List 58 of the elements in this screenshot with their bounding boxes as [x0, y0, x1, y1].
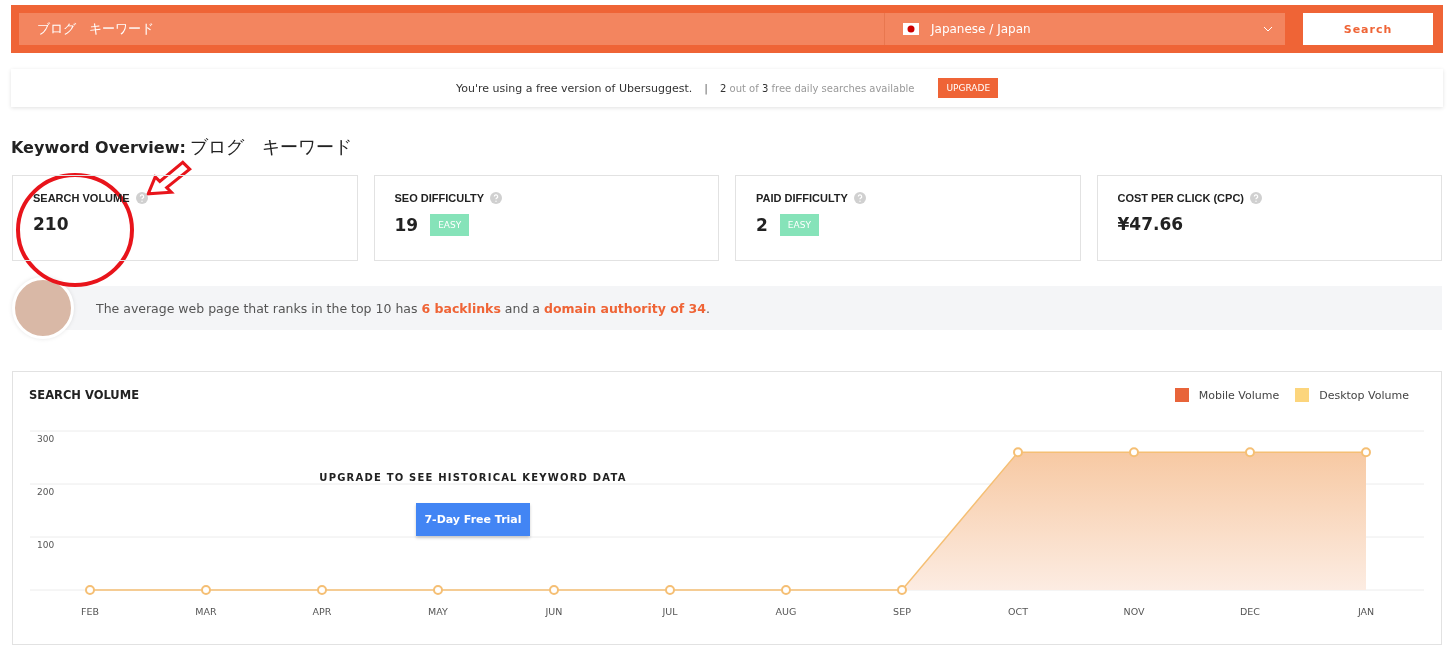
metric-label: SEO DIFFICULTY — [394, 192, 485, 204]
arrow-annotation — [146, 160, 192, 196]
data-point — [1013, 447, 1023, 458]
axis-label: JUN — [545, 606, 563, 617]
axis-label: JUL — [662, 606, 678, 617]
keyword-field[interactable]: ブログ キーワード Japanese / Japan — [19, 13, 1285, 45]
axis-label: SEP — [893, 606, 911, 617]
metric-label: PAID DIFFICULTY — [756, 192, 848, 204]
tip-text: The average web page that ranks in the top 10 has 6 backlinks and a domain authority of 34. — [96, 300, 710, 316]
axis-label: FEB — [81, 606, 99, 617]
chevron-down-icon — [1263, 26, 1273, 32]
overview-label: Keyword Overview: — [11, 138, 186, 157]
search-count-text: 2 out of 3 free daily searches available — [720, 82, 915, 94]
data-point — [433, 585, 443, 595]
data-point — [317, 585, 327, 595]
data-point — [1129, 447, 1139, 458]
legend-label: Mobile Volume — [1198, 388, 1280, 402]
metric-label: COST PER CLICK (CPC) — [1117, 192, 1244, 204]
data-point — [85, 585, 95, 595]
data-point — [665, 585, 675, 595]
upgrade-button[interactable]: UPGRADE — [938, 78, 999, 98]
data-point — [201, 585, 211, 595]
axis-label: APR — [312, 606, 332, 617]
metric-value: 2 — [756, 215, 768, 235]
difficulty-badge: EASY — [430, 214, 470, 236]
axis-label: DEC — [1240, 606, 1260, 617]
language-select[interactable]: Japanese / Japan — [884, 13, 1285, 45]
flag-icon — [903, 23, 919, 35]
axis-label: 300 — [37, 434, 55, 444]
axis-label: OCT — [1008, 606, 1028, 617]
upgrade-message: UPGRADE TO SEE HISTORICAL KEYWORD DATA — [319, 472, 627, 483]
chart-title: SEARCH VOLUME — [29, 388, 139, 402]
axis-label: JAN — [1357, 606, 1375, 617]
notice-text: You're using a free version of Ubersuggest. — [455, 81, 693, 95]
help-icon[interactable] — [490, 192, 503, 204]
data-point — [1245, 447, 1255, 458]
help-icon[interactable] — [135, 192, 148, 204]
data-point — [1361, 447, 1371, 458]
data-point — [549, 585, 559, 595]
data-point — [781, 585, 791, 595]
metric-value: 19 — [394, 215, 419, 235]
trial-button[interactable]: 7-Day Free Trial — [416, 503, 530, 536]
legend-label: Desktop Volume — [1319, 388, 1409, 402]
axis-label: 100 — [37, 540, 55, 550]
help-icon[interactable] — [1250, 192, 1262, 204]
overview-keyword: ブログ キーワード — [189, 135, 352, 159]
separator: | — [704, 81, 708, 95]
difficulty-badge: EASY — [779, 214, 819, 236]
axis-label: AUG — [775, 606, 797, 617]
data-point — [897, 585, 907, 595]
metric-value: 210 — [33, 214, 69, 234]
axis-label: 200 — [37, 487, 55, 497]
axis-label: NOV — [1123, 606, 1145, 617]
axis-label: MAR — [195, 606, 217, 617]
search-button[interactable]: Search — [1303, 13, 1433, 45]
axis-label: MAY — [428, 606, 448, 617]
help-icon[interactable] — [853, 192, 866, 204]
metric-value: ¥47.66 — [1117, 214, 1184, 234]
